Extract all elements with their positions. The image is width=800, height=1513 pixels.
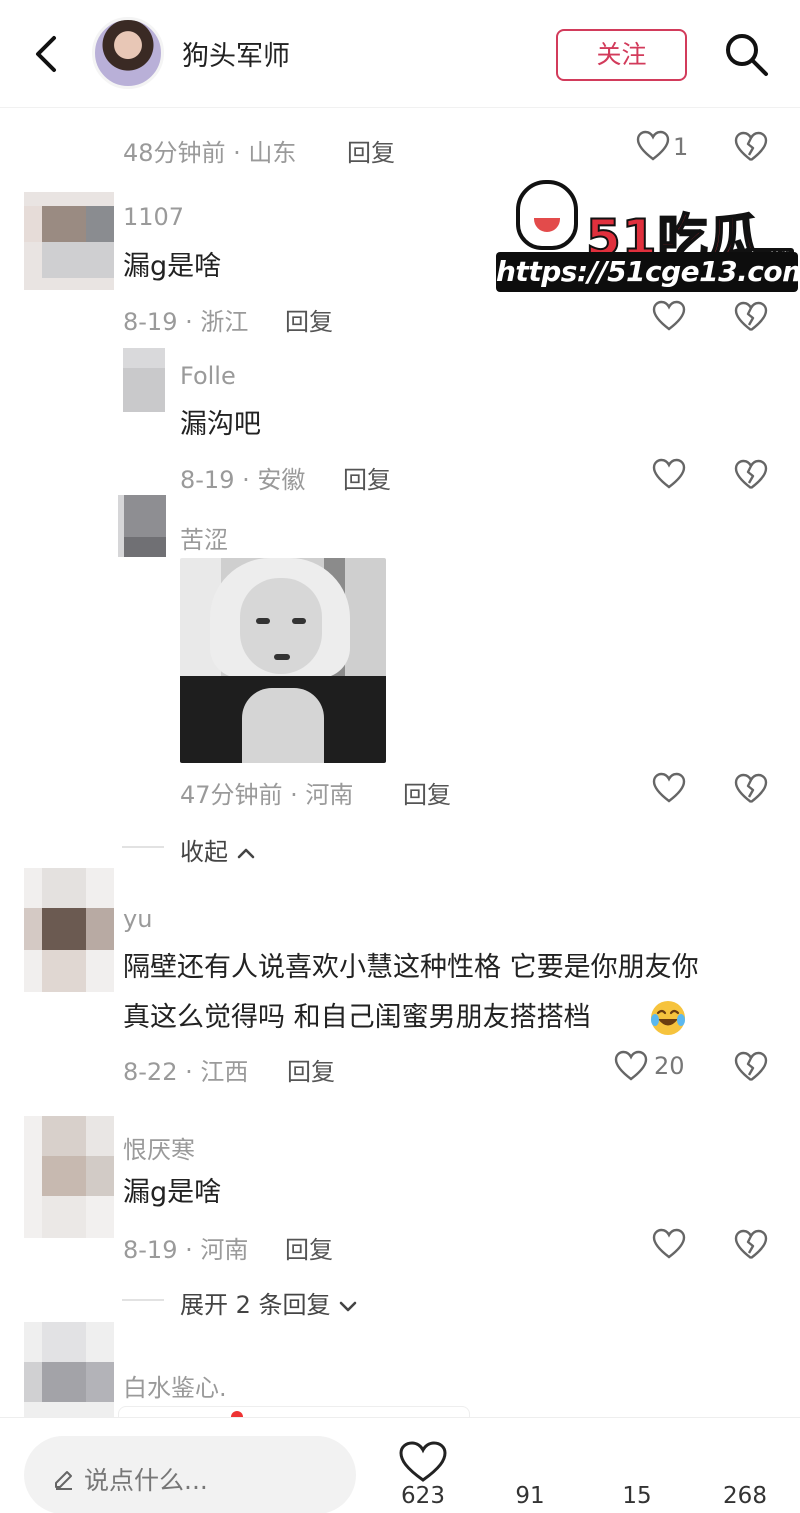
- follow-button[interactable]: 关注: [556, 29, 687, 81]
- author-name[interactable]: 狗头军师: [182, 34, 290, 73]
- laughing-emoji-icon: [651, 1001, 685, 1035]
- heart-icon[interactable]: [652, 1228, 686, 1260]
- expand-label: 展开 2 条回复: [180, 1291, 331, 1319]
- heart-icon[interactable]: [398, 1440, 448, 1484]
- comment-text: 漏g是啥: [123, 251, 222, 282]
- avatar[interactable]: [118, 495, 166, 557]
- like-count: 1: [673, 133, 689, 161]
- heart-icon[interactable]: [652, 458, 686, 490]
- username[interactable]: 白水鉴心.: [123, 1368, 227, 1403]
- comment-text: 漏g是啥: [123, 1177, 222, 1208]
- username[interactable]: 1107: [123, 203, 184, 231]
- comment-text-line-1: 隔壁还有人说喜欢小慧这种性格 它要是你朋友你: [123, 952, 699, 983]
- broken-heart-icon[interactable]: [734, 300, 768, 334]
- username[interactable]: 苦涩: [180, 520, 228, 555]
- comment-text-line-2: 真这么觉得吗 和自己闺蜜男朋友搭搭档: [123, 1002, 591, 1033]
- broken-heart-icon[interactable]: [734, 772, 768, 806]
- heart-icon[interactable]: [652, 772, 686, 804]
- author-avatar[interactable]: [92, 17, 164, 89]
- avatar[interactable]: [123, 348, 165, 412]
- broken-heart-icon[interactable]: [734, 130, 768, 164]
- username[interactable]: 恨厌寒: [123, 1130, 195, 1165]
- chevron-down-icon: [339, 1301, 357, 1312]
- shares-count[interactable]: 268: [705, 1483, 785, 1509]
- broken-heart-icon[interactable]: [734, 458, 768, 492]
- comment-input-placeholder: 说点什么...: [84, 1466, 208, 1495]
- avatar[interactable]: [24, 868, 114, 992]
- likes-count: 623: [401, 1483, 445, 1509]
- avatar[interactable]: [24, 1322, 114, 1417]
- stars-count[interactable]: 91: [490, 1483, 570, 1509]
- comment-text: 漏沟吧: [180, 409, 261, 440]
- comment-meta: 47分钟前 · 河南: [180, 781, 354, 809]
- expand-replies-button[interactable]: 展开 2 条回复: [180, 1285, 358, 1320]
- heart-icon[interactable]: [652, 300, 686, 332]
- reply-button[interactable]: 回复: [347, 133, 395, 168]
- comment-meta: 8-19 · 安徽: [180, 466, 306, 494]
- broken-heart-icon[interactable]: [734, 1050, 768, 1084]
- mascot-logo: [516, 180, 578, 250]
- divider: [122, 1299, 164, 1301]
- reply-button[interactable]: 回复: [343, 460, 391, 495]
- comment-meta: 8-22 · 江西: [123, 1058, 249, 1086]
- reply-button[interactable]: 回复: [285, 1230, 333, 1265]
- comment-image[interactable]: [180, 558, 386, 763]
- back-icon[interactable]: [30, 34, 62, 74]
- reply-button[interactable]: 回复: [287, 1052, 335, 1087]
- watermark-url: https://51cge13.com: [496, 252, 800, 292]
- collapse-replies-button[interactable]: 收起: [180, 832, 256, 867]
- heart-icon[interactable]: [636, 130, 670, 162]
- like-count: 20: [654, 1052, 685, 1080]
- top-bar: 狗头军师 关注: [0, 0, 800, 108]
- collapse-label: 收起: [180, 838, 228, 866]
- search-icon[interactable]: [722, 30, 770, 78]
- pencil-icon: [55, 1471, 72, 1490]
- username[interactable]: Folle: [180, 362, 236, 390]
- avatar[interactable]: [24, 192, 114, 290]
- username[interactable]: yu: [123, 905, 152, 933]
- broken-heart-icon[interactable]: [734, 1228, 768, 1262]
- chevron-up-icon: [237, 848, 254, 859]
- comment-meta: 8-19 · 浙江: [123, 308, 249, 336]
- reply-button[interactable]: 回复: [403, 775, 451, 810]
- watermark: 51吃瓜 全网首发 https://51cge13.com: [496, 178, 800, 294]
- bottom-bar: 说点什么... 623 91 15 268: [0, 1417, 800, 1513]
- avatar[interactable]: [24, 1116, 114, 1238]
- comment-meta: 48分钟前 · 山东: [123, 139, 297, 167]
- comment-meta: 8-19 · 河南: [123, 1236, 249, 1264]
- divider: [122, 846, 164, 848]
- reply-button[interactable]: 回复: [285, 302, 333, 337]
- heart-icon[interactable]: [614, 1050, 648, 1082]
- comments-count[interactable]: 15: [597, 1483, 677, 1509]
